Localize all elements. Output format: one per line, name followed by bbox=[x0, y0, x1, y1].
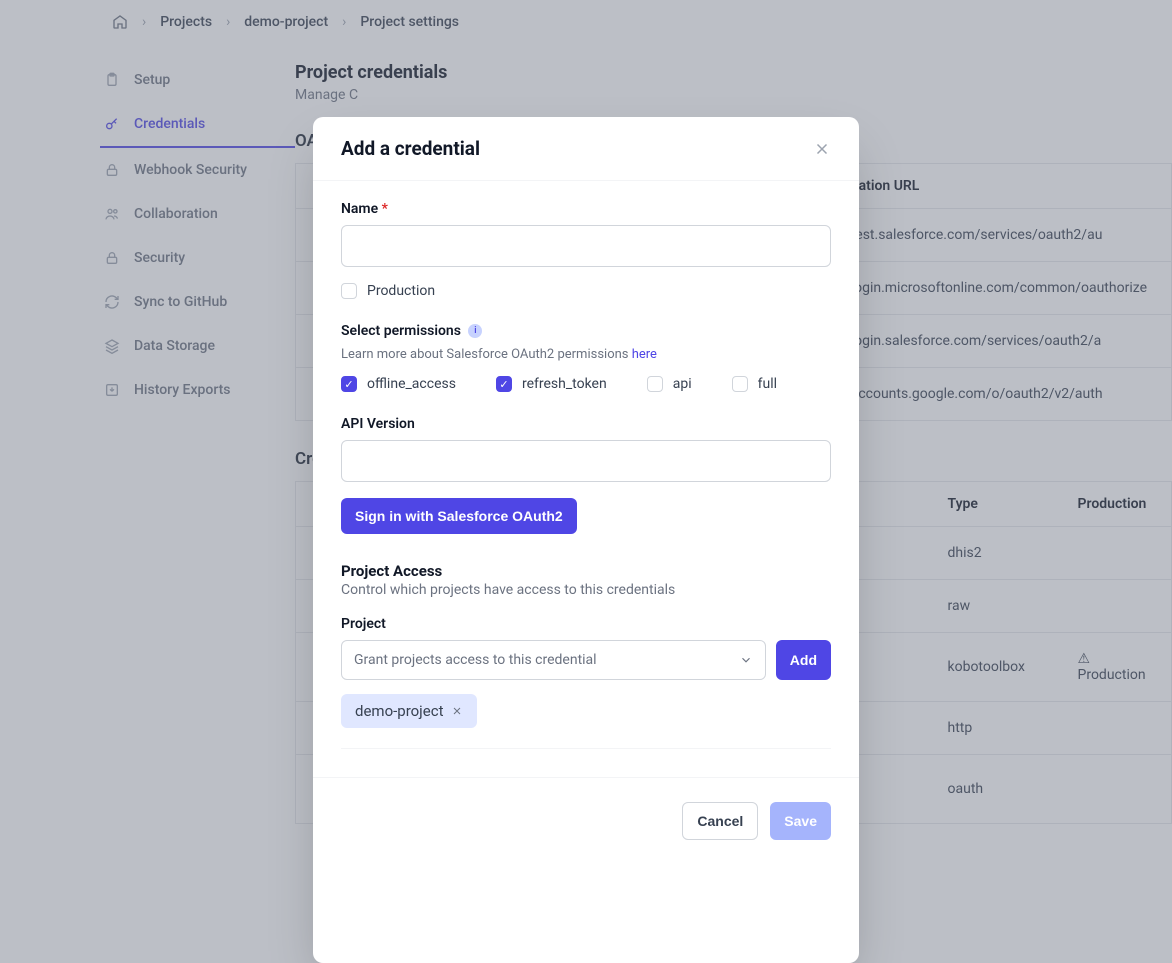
perm-refresh-token[interactable]: refresh_token bbox=[496, 376, 607, 392]
checkbox-icon[interactable] bbox=[647, 376, 663, 392]
production-label: Production bbox=[367, 283, 435, 299]
api-version-label: API Version bbox=[341, 416, 831, 432]
permissions-label: Select permissions i bbox=[341, 323, 831, 339]
tag-label: demo-project bbox=[355, 702, 443, 720]
project-access-title: Project Access bbox=[341, 562, 831, 580]
perm-api[interactable]: api bbox=[647, 376, 692, 392]
api-version-input[interactable] bbox=[341, 440, 831, 482]
signin-salesforce-button[interactable]: Sign in with Salesforce OAuth2 bbox=[341, 498, 577, 534]
modal-title: Add a credential bbox=[341, 137, 480, 160]
add-project-button[interactable]: Add bbox=[776, 640, 831, 680]
checkbox-icon[interactable] bbox=[341, 376, 357, 392]
info-icon[interactable]: i bbox=[468, 324, 482, 338]
save-button[interactable]: Save bbox=[770, 802, 831, 840]
checkbox-icon[interactable] bbox=[732, 376, 748, 392]
name-input[interactable] bbox=[341, 225, 831, 267]
perm-offline-access[interactable]: offline_access bbox=[341, 376, 456, 392]
checkbox-icon[interactable] bbox=[341, 283, 357, 299]
cancel-button[interactable]: Cancel bbox=[682, 802, 758, 840]
permissions-help-link[interactable]: here bbox=[632, 347, 657, 362]
project-label: Project bbox=[341, 616, 831, 632]
project-select[interactable]: Grant projects access to this credential bbox=[341, 640, 766, 680]
project-access-desc: Control which projects have access to th… bbox=[341, 582, 831, 598]
perm-full[interactable]: full bbox=[732, 376, 777, 392]
permissions-row: offline_access refresh_token api full bbox=[341, 376, 831, 392]
add-credential-modal: Add a credential Name * Production Selec… bbox=[313, 117, 859, 963]
production-checkbox-row[interactable]: Production bbox=[341, 283, 831, 299]
selected-project-tag: demo-project bbox=[341, 694, 477, 728]
permissions-help: Learn more about Salesforce OAuth2 permi… bbox=[341, 347, 831, 362]
modal-backdrop: Add a credential Name * Production Selec… bbox=[0, 0, 1172, 963]
remove-tag-icon[interactable] bbox=[451, 705, 463, 717]
project-select-placeholder: Grant projects access to this credential bbox=[354, 652, 597, 668]
checkbox-icon[interactable] bbox=[496, 376, 512, 392]
close-icon[interactable] bbox=[813, 140, 831, 158]
chevron-down-icon bbox=[739, 653, 753, 667]
name-label: Name * bbox=[341, 201, 831, 217]
